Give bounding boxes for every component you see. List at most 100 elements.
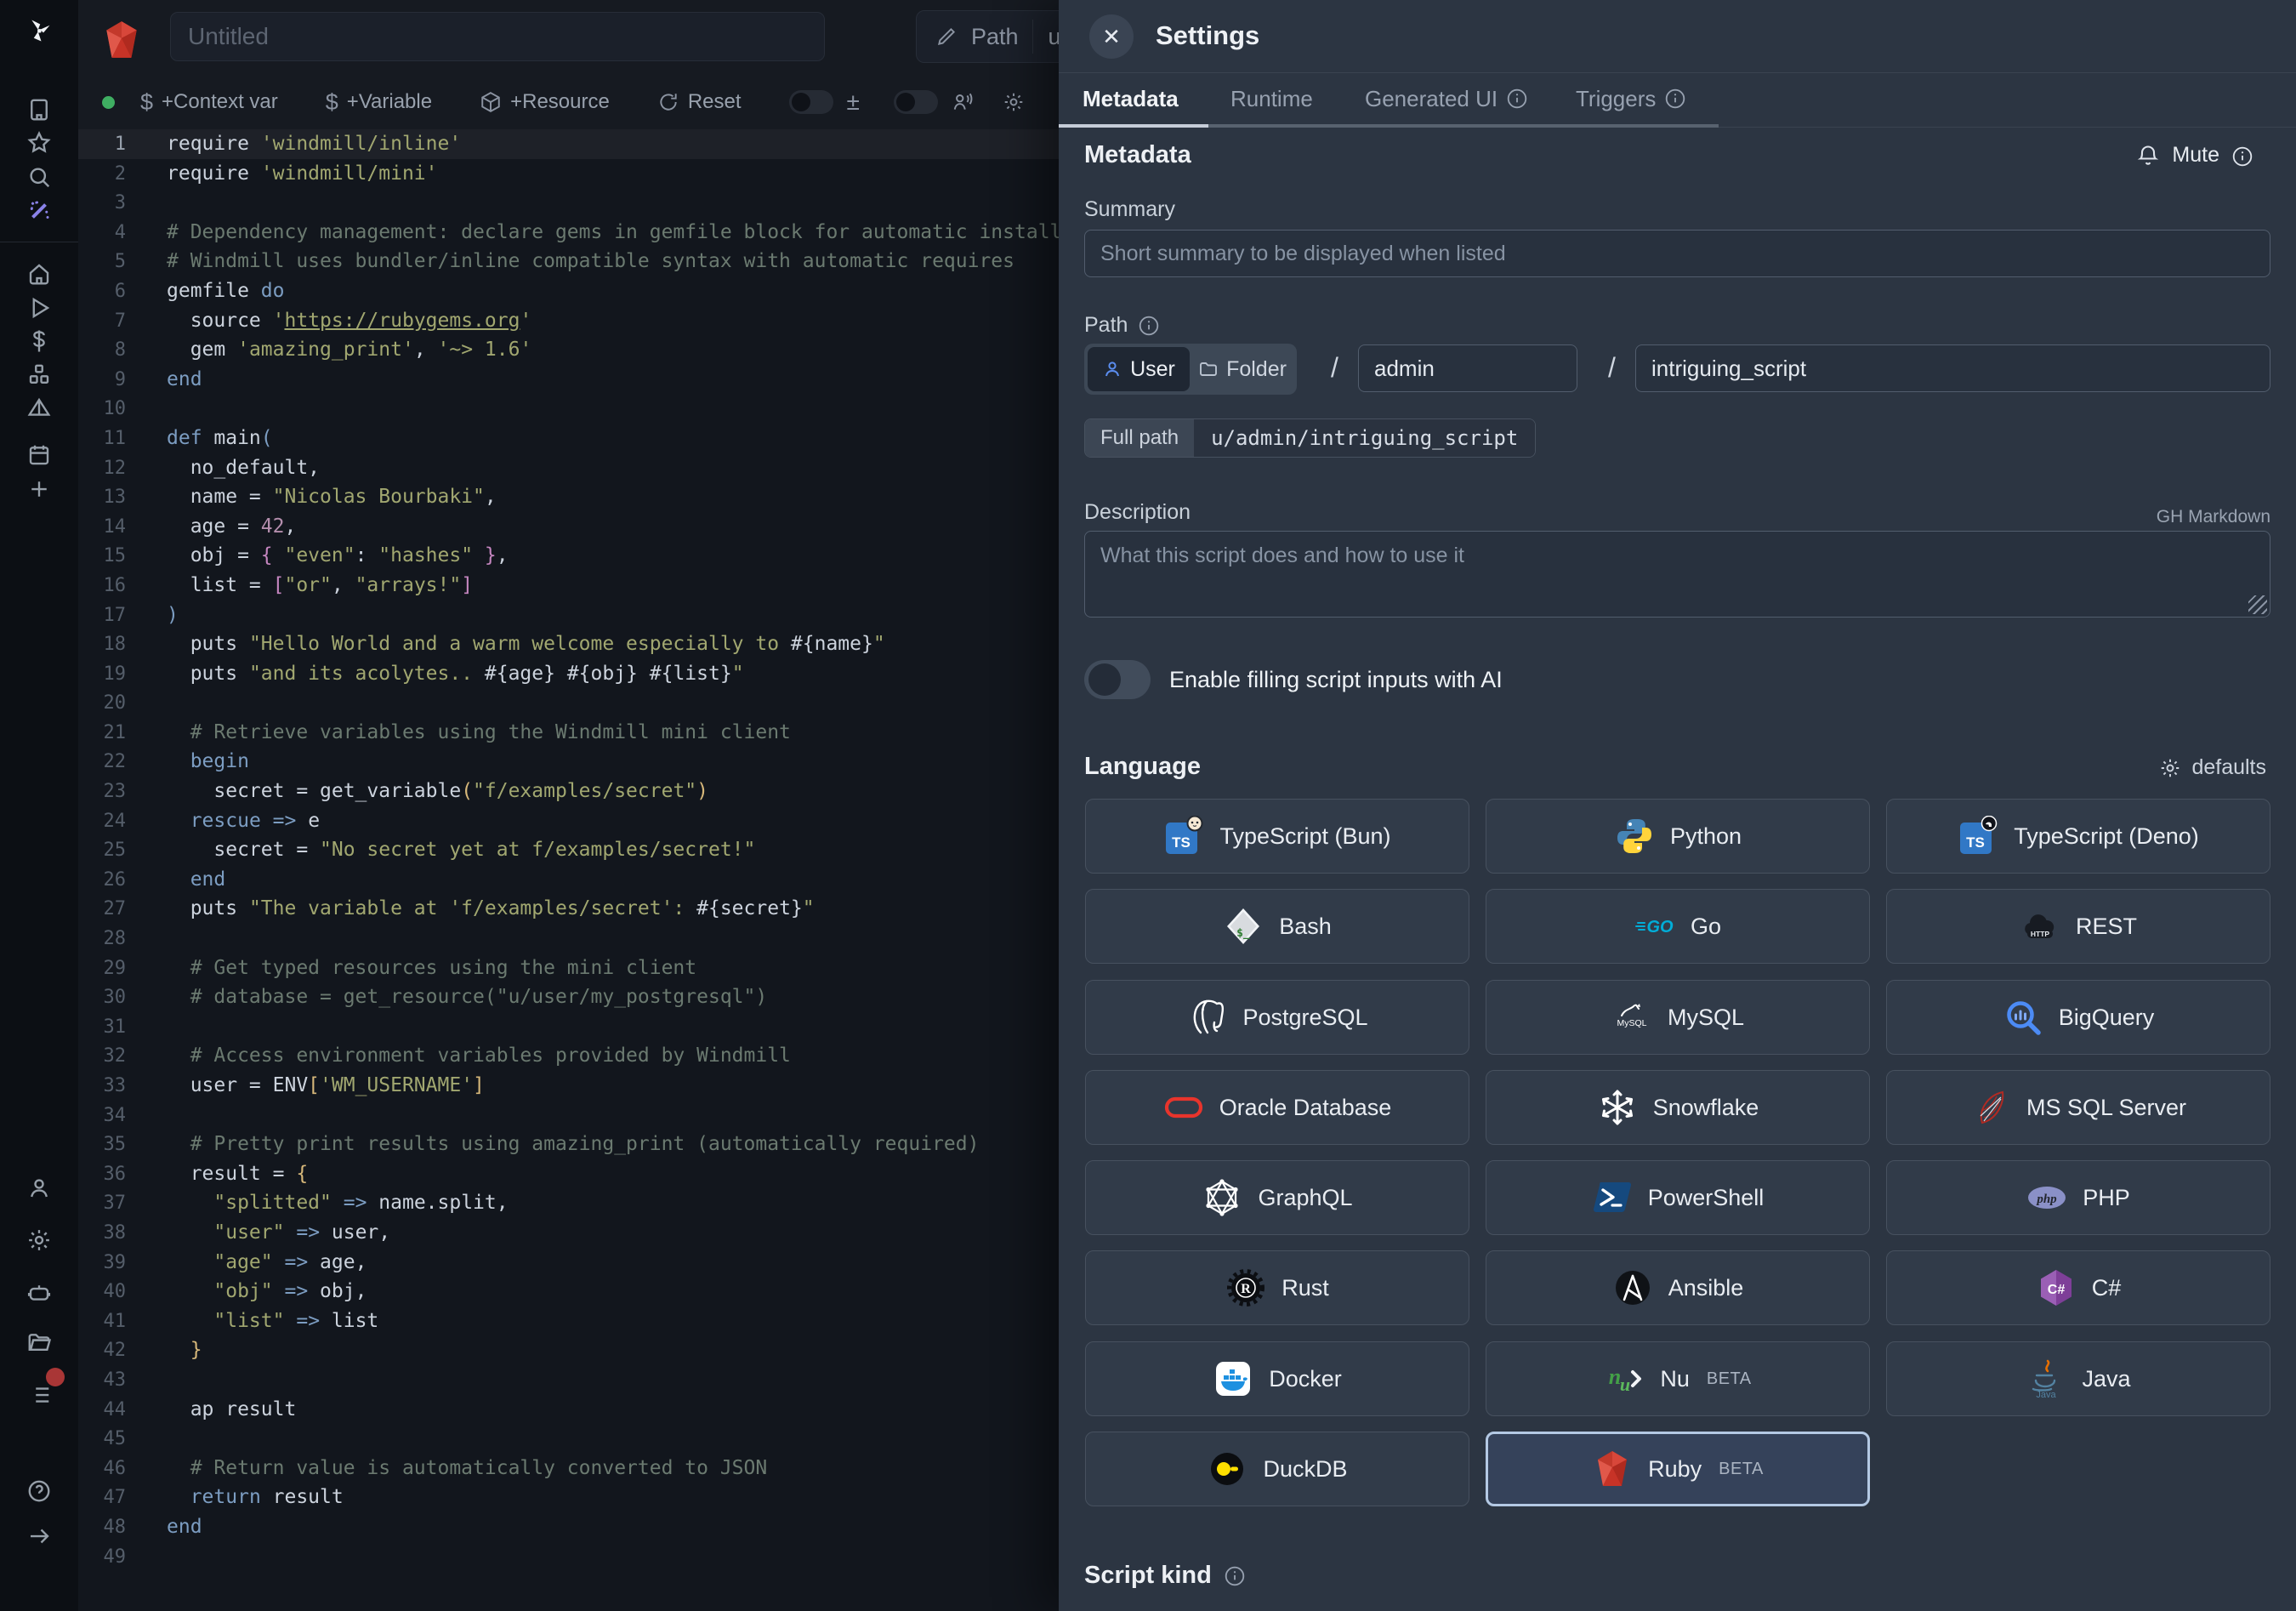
language-option-php[interactable]: phpPHP (1886, 1160, 2270, 1235)
description-textarea[interactable] (1084, 531, 2270, 618)
tab-triggers[interactable]: Triggers (1576, 73, 1686, 124)
language-option-bash[interactable]: $_Bash (1085, 889, 1469, 964)
csharp-icon: C# (2036, 1267, 2077, 1308)
language-option-snowflake[interactable]: Snowflake (1486, 1070, 1870, 1145)
rust-icon: R (1225, 1267, 1266, 1308)
language-label: TypeScript (Bun) (1219, 823, 1390, 850)
language-option-powershell[interactable]: PowerShell (1486, 1160, 1870, 1235)
language-option-ansible[interactable]: Ansible (1486, 1250, 1870, 1325)
reset-button[interactable]: Reset (657, 90, 742, 114)
nu-icon: nu (1604, 1358, 1645, 1399)
sidebar-plus-icon[interactable] (25, 475, 54, 504)
language-option-go[interactable]: GOGo (1486, 889, 1870, 964)
sidebar-home-icon[interactable] (25, 259, 54, 288)
language-option-mysql[interactable]: MySQLMySQL (1486, 980, 1870, 1055)
line-number: 8 (78, 336, 126, 366)
language-option-duckdb[interactable]: DuckDB (1085, 1432, 1469, 1506)
tab-runtime[interactable]: Runtime (1230, 73, 1313, 124)
summary-label: Summary (1084, 197, 1175, 222)
sidebar-resources-icon[interactable] (25, 361, 54, 390)
mute-button[interactable]: Mute (2136, 143, 2253, 168)
add-variable-button[interactable]: $ +Variable (326, 89, 432, 116)
line-number: 29 (78, 954, 126, 984)
diff-toggle[interactable] (789, 90, 833, 114)
svg-text:TS: TS (1966, 834, 1985, 851)
ruby-icon (1592, 1449, 1633, 1489)
language-option-oracle[interactable]: Oracle Database (1085, 1070, 1469, 1145)
path-info-icon[interactable] (1138, 315, 1160, 337)
language-option-docker[interactable]: Docker (1085, 1341, 1469, 1416)
path-label-row: Path (1084, 313, 1160, 338)
sidebar-star-icon[interactable] (25, 128, 54, 157)
language-option-graphql[interactable]: GraphQL (1085, 1160, 1469, 1235)
editor-settings-button[interactable] (1003, 91, 1025, 113)
sidebar-user-icon[interactable] (25, 1174, 54, 1203)
line-number: 30 (78, 983, 126, 1013)
sidebar-folder-open-icon[interactable] (25, 1328, 54, 1357)
language-option-rest[interactable]: HTTPREST (1886, 889, 2270, 964)
sidebar-schedules-pyramid-icon[interactable] (25, 394, 54, 423)
language-heading: Language (1084, 753, 1201, 781)
sidebar-robot-icon[interactable] (25, 1278, 54, 1307)
line-number: 1 (78, 130, 126, 160)
language-option-python[interactable]: Python (1486, 799, 1870, 874)
ansible-icon (1612, 1267, 1653, 1308)
tab-info-icon[interactable] (1664, 88, 1686, 110)
path-owner-input[interactable] (1358, 344, 1577, 392)
collab-users-button[interactable] (952, 91, 974, 113)
windmill-logo[interactable] (25, 16, 54, 45)
language-label: PostgreSQL (1242, 1005, 1367, 1031)
language-option-bigquery[interactable]: BigQuery (1886, 980, 2270, 1055)
line-number: 36 (78, 1160, 126, 1190)
line-number: 2 (78, 160, 126, 190)
language-defaults-button[interactable]: defaults (2159, 755, 2266, 780)
language-option-postgresql[interactable]: PostgreSQL (1085, 980, 1469, 1055)
line-number: 20 (78, 689, 126, 719)
full-path-badge: Full path u/admin/intriguing_script (1084, 418, 1536, 458)
path-name-input[interactable] (1635, 344, 2270, 392)
svg-text:TS: TS (1173, 834, 1191, 851)
close-icon[interactable]: ✕ (1089, 14, 1134, 59)
sidebar-workspace-icon[interactable] (25, 95, 54, 124)
script-title-input[interactable] (170, 12, 825, 61)
add-resource-button[interactable]: +Resource (480, 90, 610, 114)
powershell-icon (1592, 1177, 1633, 1218)
sidebar-help-icon[interactable] (25, 1477, 54, 1506)
summary-input[interactable] (1084, 230, 2270, 277)
owner-folder-option[interactable]: Folder (1191, 347, 1293, 391)
language-option-java[interactable]: JavaJava (1886, 1341, 2270, 1416)
language-option-typescript-deno[interactable]: TSTypeScript (Deno) (1886, 799, 2270, 874)
language-label: GraphQL (1258, 1185, 1352, 1211)
language-option-mssql[interactable]: MS SQL Server (1886, 1070, 2270, 1145)
language-option-csharp[interactable]: C#C# (1886, 1250, 2270, 1325)
duckdb-icon (1207, 1449, 1247, 1489)
line-number: 15 (78, 542, 126, 572)
sidebar-variables-icon[interactable] (25, 327, 54, 356)
line-number: 47 (78, 1483, 126, 1513)
line-number: 23 (78, 777, 126, 807)
language-option-rust[interactable]: RRust (1085, 1250, 1469, 1325)
sidebar-magic-wand-icon[interactable] (25, 196, 54, 225)
tab-generated-ui[interactable]: Generated UI (1365, 73, 1528, 124)
textarea-resize-handle[interactable] (2248, 595, 2267, 614)
tab-info-icon[interactable] (1506, 88, 1528, 110)
sidebar-calendar-icon[interactable] (25, 441, 54, 470)
collab-toggle[interactable] (894, 90, 938, 114)
add-context-var-button[interactable]: $ +Context var (140, 89, 278, 116)
sidebar-arrow-right-icon[interactable] (25, 1522, 54, 1551)
sidebar-gear-icon[interactable] (25, 1226, 54, 1255)
sidebar-list-icon[interactable] (25, 1380, 54, 1409)
owner-user-option[interactable]: User (1088, 347, 1190, 391)
svg-text:R: R (1241, 1282, 1251, 1296)
windmill-script-editor: Path u/a $ +Context var $ +Variable +Res… (0, 0, 2296, 1611)
line-number: 38 (78, 1219, 126, 1249)
tab-metadata[interactable]: Metadata (1083, 73, 1179, 124)
ai-inputs-toggle[interactable] (1084, 660, 1151, 699)
mute-info-icon[interactable] (2231, 145, 2253, 167)
sidebar-runs-icon[interactable] (25, 293, 54, 322)
language-option-nu[interactable]: nuNuBETA (1486, 1341, 1870, 1416)
language-option-typescript-bun[interactable]: TS TypeScript (Bun) (1085, 799, 1469, 874)
language-option-ruby[interactable]: RubyBETA (1486, 1432, 1870, 1506)
sidebar-search-icon[interactable] (25, 162, 54, 191)
script-kind-info-icon[interactable] (1224, 1565, 1246, 1587)
